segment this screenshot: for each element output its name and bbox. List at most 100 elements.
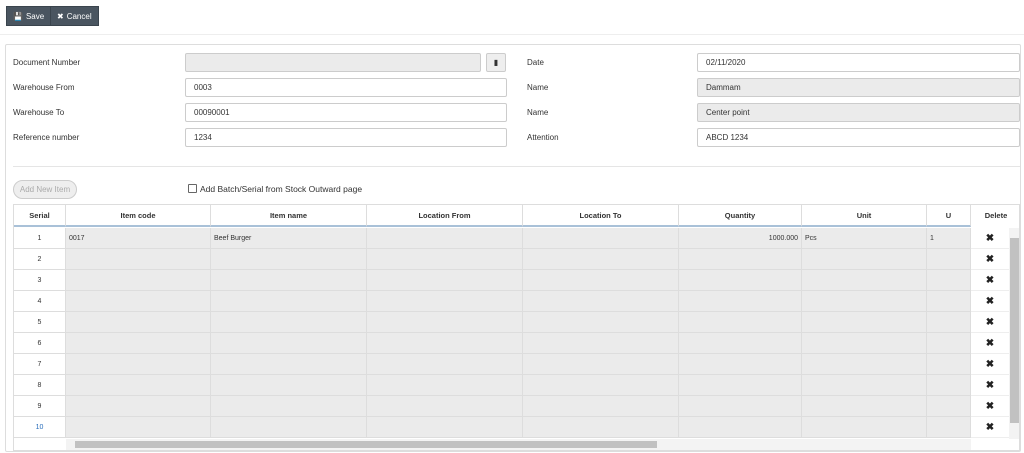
date-field[interactable]: 02/11/2020	[697, 53, 1020, 72]
cell-item-name[interactable]	[211, 333, 367, 354]
cell-item-code[interactable]	[66, 396, 211, 417]
cell-unit[interactable]	[802, 249, 927, 270]
cell-location-from[interactable]	[367, 312, 523, 333]
warehouse-to-field[interactable]: 00090001	[185, 103, 507, 122]
cell-item-name[interactable]	[211, 270, 367, 291]
cell-unit[interactable]: Pcs	[802, 228, 927, 249]
attention-field[interactable]: ABCD 1234	[697, 128, 1020, 147]
cell-unit[interactable]	[802, 354, 927, 375]
cell-location-to[interactable]	[523, 249, 679, 270]
cell-location-to[interactable]	[523, 417, 679, 438]
cell-unit[interactable]	[802, 396, 927, 417]
horizontal-scrollbar[interactable]	[66, 439, 971, 450]
delete-row-button[interactable]: ✖	[971, 333, 1009, 354]
cancel-button[interactable]: ✖ Cancel	[50, 6, 99, 26]
cell-location-from[interactable]	[367, 333, 523, 354]
cell-quantity[interactable]	[679, 270, 802, 291]
document-lookup-button[interactable]: ▮	[486, 53, 506, 72]
delete-row-button[interactable]: ✖	[971, 354, 1009, 375]
cell-quantity[interactable]	[679, 417, 802, 438]
delete-row-button[interactable]: ✖	[971, 375, 1009, 396]
cell-u[interactable]	[927, 375, 971, 396]
cell-location-to[interactable]	[523, 228, 679, 249]
cell-u[interactable]	[927, 333, 971, 354]
add-new-item-button[interactable]: Add New Item	[13, 180, 77, 199]
save-button[interactable]: 💾 Save	[6, 6, 52, 26]
cell-u[interactable]	[927, 354, 971, 375]
cell-location-to[interactable]	[523, 333, 679, 354]
delete-row-button[interactable]: ✖	[971, 270, 1009, 291]
cell-item-code[interactable]	[66, 291, 211, 312]
cell-item-code[interactable]	[66, 375, 211, 396]
delete-row-button[interactable]: ✖	[971, 312, 1009, 333]
reference-number-field[interactable]: 1234	[185, 128, 507, 147]
cell-quantity[interactable]	[679, 396, 802, 417]
cell-item-name[interactable]	[211, 291, 367, 312]
scrollbar-thumb[interactable]	[1010, 238, 1019, 423]
cell-location-from[interactable]	[367, 375, 523, 396]
cell-location-from[interactable]	[367, 291, 523, 312]
cell-item-name[interactable]	[211, 249, 367, 270]
cell-quantity[interactable]	[679, 333, 802, 354]
cell-u[interactable]	[927, 312, 971, 333]
column-header-location-from[interactable]: Location From	[367, 205, 523, 227]
scrollbar-thumb[interactable]	[75, 441, 657, 448]
cell-item-name[interactable]	[211, 417, 367, 438]
column-header-unit[interactable]: Unit	[802, 205, 927, 227]
cell-location-from[interactable]	[367, 228, 523, 249]
cell-item-code[interactable]	[66, 354, 211, 375]
cell-location-from[interactable]	[367, 396, 523, 417]
warehouse-from-field[interactable]: 0003	[185, 78, 507, 97]
cell-item-code[interactable]	[66, 312, 211, 333]
column-header-quantity[interactable]: Quantity	[679, 205, 802, 227]
batch-serial-checkbox[interactable]	[188, 184, 197, 193]
cell-location-from[interactable]	[367, 270, 523, 291]
cell-item-code[interactable]: 0017	[66, 228, 211, 249]
cell-location-from[interactable]	[367, 249, 523, 270]
cell-u[interactable]	[927, 417, 971, 438]
cell-location-from[interactable]	[367, 354, 523, 375]
cell-quantity[interactable]	[679, 312, 802, 333]
cell-item-name[interactable]	[211, 396, 367, 417]
cell-item-name[interactable]: Beef Burger	[211, 228, 367, 249]
cell-quantity[interactable]	[679, 291, 802, 312]
cell-quantity[interactable]	[679, 354, 802, 375]
cell-location-to[interactable]	[523, 354, 679, 375]
cell-u[interactable]	[927, 270, 971, 291]
cell-u[interactable]	[927, 396, 971, 417]
cell-item-name[interactable]	[211, 375, 367, 396]
cell-location-to[interactable]	[523, 291, 679, 312]
cell-item-code[interactable]	[66, 270, 211, 291]
cell-u[interactable]	[927, 249, 971, 270]
cell-location-to[interactable]	[523, 375, 679, 396]
cell-location-to[interactable]	[523, 396, 679, 417]
vertical-scrollbar[interactable]	[1009, 228, 1019, 439]
document-number-field[interactable]	[185, 53, 481, 72]
delete-row-button[interactable]: ✖	[971, 396, 1009, 417]
cell-unit[interactable]	[802, 291, 927, 312]
cell-quantity[interactable]	[679, 375, 802, 396]
cell-item-code[interactable]	[66, 333, 211, 354]
cell-unit[interactable]	[802, 312, 927, 333]
cell-u[interactable]	[927, 291, 971, 312]
cell-item-code[interactable]	[66, 249, 211, 270]
delete-row-button[interactable]: ✖	[971, 228, 1009, 249]
cell-item-code[interactable]	[66, 417, 211, 438]
column-header-serial[interactable]: Serial	[14, 205, 66, 227]
cell-location-from[interactable]	[367, 417, 523, 438]
cell-unit[interactable]	[802, 333, 927, 354]
cell-quantity[interactable]	[679, 249, 802, 270]
cell-location-to[interactable]	[523, 312, 679, 333]
column-header-item-code[interactable]: Item code	[66, 205, 211, 227]
cell-unit[interactable]	[802, 417, 927, 438]
cell-u[interactable]: 1	[927, 228, 971, 249]
cell-unit[interactable]	[802, 270, 927, 291]
column-header-u[interactable]: U	[927, 205, 971, 227]
cell-quantity[interactable]: 1000.000	[679, 228, 802, 249]
cell-unit[interactable]	[802, 375, 927, 396]
cell-item-name[interactable]	[211, 354, 367, 375]
delete-row-button[interactable]: ✖	[971, 417, 1009, 438]
delete-row-button[interactable]: ✖	[971, 249, 1009, 270]
column-header-location-to[interactable]: Location To	[523, 205, 679, 227]
cell-item-name[interactable]	[211, 312, 367, 333]
